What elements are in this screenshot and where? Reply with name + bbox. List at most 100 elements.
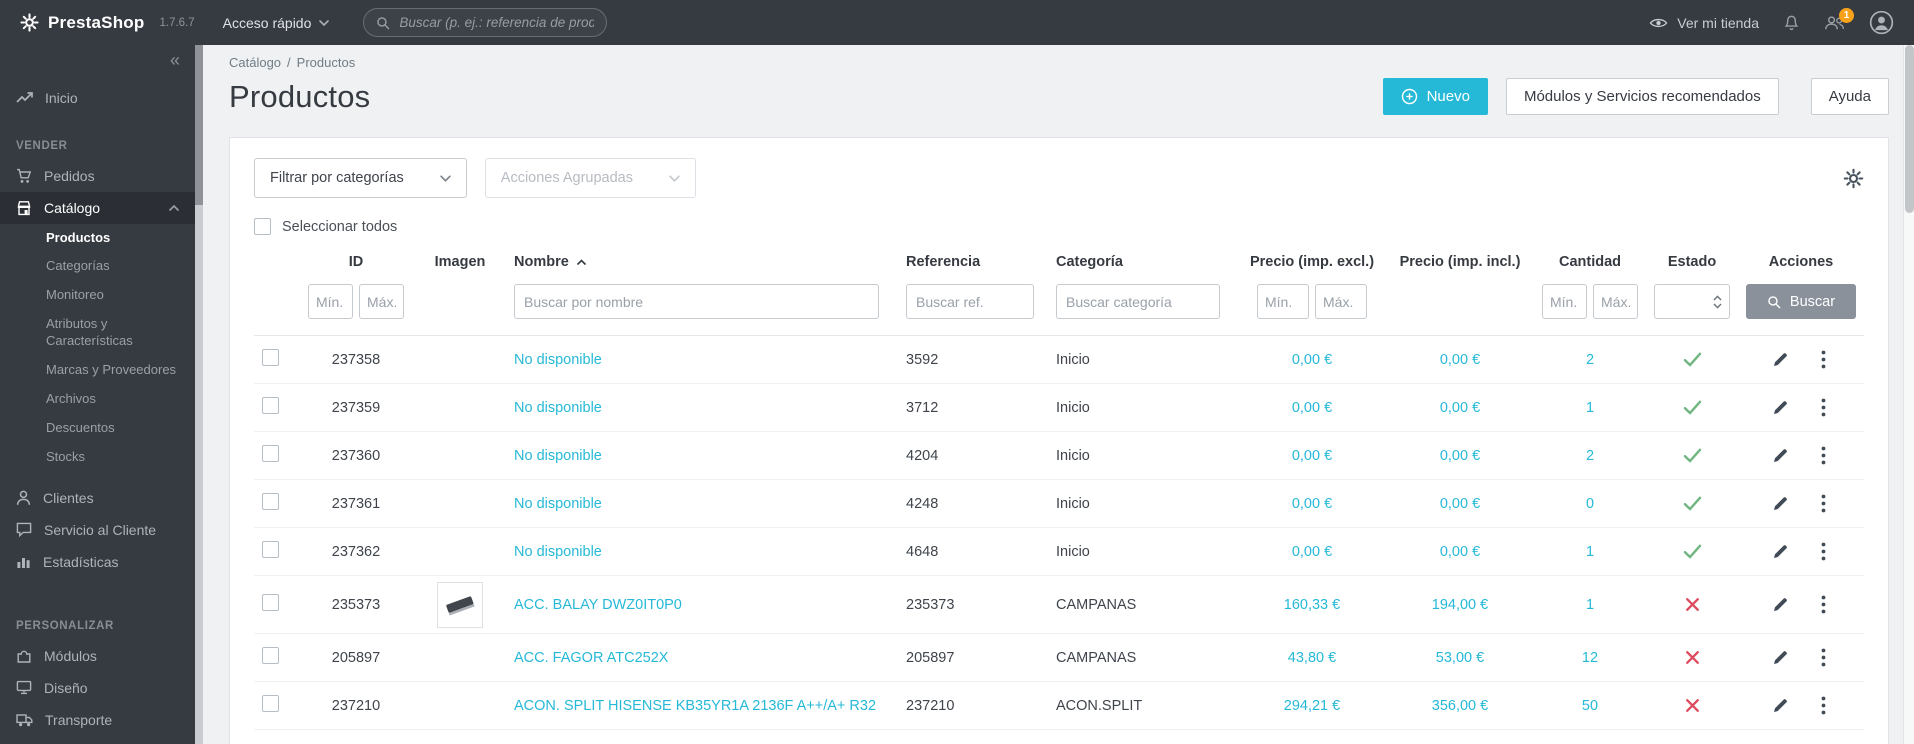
edit-pencil-icon[interactable] <box>1772 399 1789 416</box>
sidebar-item-estadisticas[interactable]: Estadísticas <box>0 546 195 578</box>
column-header-categoria[interactable]: Categoría <box>1048 239 1238 282</box>
id-min-filter-input[interactable] <box>308 284 353 319</box>
sidebar-scrollbar[interactable] <box>195 45 203 744</box>
row-kebab-menu-icon[interactable] <box>1817 540 1830 563</box>
chat-icon <box>16 522 32 538</box>
status-inactive-x-icon[interactable] <box>1685 698 1700 713</box>
row-checkbox[interactable] <box>262 349 279 366</box>
sidebar-item-inicio[interactable]: Inicio <box>0 82 195 114</box>
edit-pencil-icon[interactable] <box>1772 649 1789 666</box>
product-name-link[interactable]: ACON. SPLIT HISENSE KB35YR1A 2136F A++/A… <box>514 698 876 714</box>
account-menu-button[interactable] <box>1869 10 1894 35</box>
column-header-referencia[interactable]: Referencia <box>898 239 1048 282</box>
id-max-filter-input[interactable] <box>359 284 404 319</box>
grid-settings-gear-icon[interactable] <box>1843 168 1864 189</box>
page-scrollbar[interactable] <box>1903 45 1914 744</box>
sidebar-item-pedidos[interactable]: Pedidos <box>0 160 195 192</box>
row-checkbox[interactable] <box>262 594 279 611</box>
sidebar-item-modulos[interactable]: Módulos <box>0 640 195 672</box>
status-active-check-icon[interactable] <box>1683 448 1702 463</box>
row-checkbox[interactable] <box>262 695 279 712</box>
sidebar-subitem-archivos[interactable]: Archivos <box>0 385 195 414</box>
edit-pencil-icon[interactable] <box>1772 697 1789 714</box>
row-checkbox[interactable] <box>262 493 279 510</box>
status-inactive-x-icon[interactable] <box>1685 597 1700 612</box>
sidebar-item-servicio-al-cliente[interactable]: Servicio al Cliente <box>0 514 195 546</box>
product-name-link[interactable]: ACC. BALAY DWZ0IT0P0 <box>514 597 682 613</box>
row-kebab-menu-icon[interactable] <box>1817 646 1830 669</box>
status-active-check-icon[interactable] <box>1683 496 1702 511</box>
sidebar-subitem-productos[interactable]: Productos <box>0 224 195 253</box>
product-name-link[interactable]: ACC. FAGOR ATC252X <box>514 650 668 666</box>
breadcrumb-catalogo[interactable]: Catálogo <box>229 55 281 70</box>
name-filter-input[interactable] <box>514 284 879 319</box>
column-header-precio-excl[interactable]: Precio (imp. excl.) <box>1238 239 1386 282</box>
row-checkbox[interactable] <box>262 647 279 664</box>
product-name-link[interactable]: No disponible <box>514 448 602 464</box>
sidebar-subitem-stocks[interactable]: Stocks <box>0 443 195 472</box>
row-kebab-menu-icon[interactable] <box>1817 348 1830 371</box>
edit-pencil-icon[interactable] <box>1772 495 1789 512</box>
breadcrumb-productos[interactable]: Productos <box>297 55 356 70</box>
price-min-filter-input[interactable] <box>1257 284 1309 319</box>
edit-pencil-icon[interactable] <box>1772 543 1789 560</box>
column-header-id[interactable]: ID <box>298 239 414 282</box>
product-name-link[interactable]: No disponible <box>514 544 602 560</box>
sidebar-scrollbar-thumb[interactable] <box>195 45 203 205</box>
row-kebab-menu-icon[interactable] <box>1817 593 1830 616</box>
sidebar-subitem-descuentos[interactable]: Descuentos <box>0 414 195 443</box>
status-filter-select[interactable] <box>1654 284 1730 319</box>
prestashop-logo[interactable]: PrestaShop 1.7.6.7 <box>20 13 195 33</box>
sidebar-subitem-marcas[interactable]: Marcas y Proveedores <box>0 356 195 385</box>
column-header-estado[interactable]: Estado <box>1646 239 1738 282</box>
column-header-cantidad[interactable]: Cantidad <box>1534 239 1646 282</box>
edit-pencil-icon[interactable] <box>1772 447 1789 464</box>
product-name-link[interactable]: No disponible <box>514 496 602 512</box>
customers-notifications-button[interactable]: 1 <box>1824 7 1854 31</box>
status-active-check-icon[interactable] <box>1683 352 1702 367</box>
view-shop-link[interactable]: Ver mi tienda <box>1649 15 1759 31</box>
recommended-modules-button[interactable]: Módulos y Servicios recomendados <box>1505 78 1779 115</box>
row-kebab-menu-icon[interactable] <box>1817 492 1830 515</box>
sidebar-item-catalogo[interactable]: Catálogo <box>0 191 195 224</box>
filter-by-category-dropdown[interactable]: Filtrar por categorías <box>254 158 467 198</box>
sidebar-item-transporte[interactable]: Transporte <box>0 704 195 736</box>
notifications-bell-button[interactable] <box>1783 14 1800 32</box>
quantity-min-filter-input[interactable] <box>1542 284 1587 319</box>
sidebar-item-diseno[interactable]: Diseño <box>0 672 195 704</box>
status-inactive-x-icon[interactable] <box>1685 650 1700 665</box>
product-reference: 237210 <box>906 697 955 714</box>
search-input[interactable] <box>399 15 595 30</box>
edit-pencil-icon[interactable] <box>1772 351 1789 368</box>
status-active-check-icon[interactable] <box>1683 400 1702 415</box>
row-kebab-menu-icon[interactable] <box>1817 444 1830 467</box>
sidebar-subitem-categorias[interactable]: Categorías <box>0 252 195 281</box>
help-button[interactable]: Ayuda <box>1810 78 1889 115</box>
product-name-link[interactable]: No disponible <box>514 352 602 368</box>
quantity-max-filter-input[interactable] <box>1593 284 1638 319</box>
row-checkbox[interactable] <box>262 445 279 462</box>
reference-filter-input[interactable] <box>906 284 1034 319</box>
page-scrollbar-thumb[interactable] <box>1905 45 1914 213</box>
row-checkbox[interactable] <box>262 397 279 414</box>
search-submit-button[interactable]: Buscar <box>1746 284 1856 319</box>
status-active-check-icon[interactable] <box>1683 544 1702 559</box>
row-checkbox[interactable] <box>262 541 279 558</box>
column-header-precio-incl[interactable]: Precio (imp. incl.) <box>1386 239 1534 282</box>
sidebar-subitem-monitoreo[interactable]: Monitoreo <box>0 281 195 310</box>
sidebar-item-clientes[interactable]: Clientes <box>0 482 195 514</box>
category-filter-input[interactable] <box>1056 284 1220 319</box>
sidebar-subitem-atributos[interactable]: Atributos y Características <box>0 310 195 356</box>
edit-pencil-icon[interactable] <box>1772 596 1789 613</box>
row-kebab-menu-icon[interactable] <box>1817 396 1830 419</box>
product-name-link[interactable]: No disponible <box>514 400 602 416</box>
column-header-nombre[interactable]: Nombre <box>506 239 898 282</box>
price-max-filter-input[interactable] <box>1315 284 1367 319</box>
grouped-actions-dropdown[interactable]: Acciones Agrupadas <box>484 158 696 198</box>
product-thumbnail[interactable] <box>437 581 483 628</box>
new-product-button[interactable]: Nuevo <box>1382 78 1488 115</box>
quick-access-menu[interactable]: Acceso rápido <box>223 15 330 31</box>
select-all-checkbox[interactable] <box>254 218 271 235</box>
row-kebab-menu-icon[interactable] <box>1817 694 1830 717</box>
sidebar-collapse-button[interactable]: « <box>0 45 195 72</box>
